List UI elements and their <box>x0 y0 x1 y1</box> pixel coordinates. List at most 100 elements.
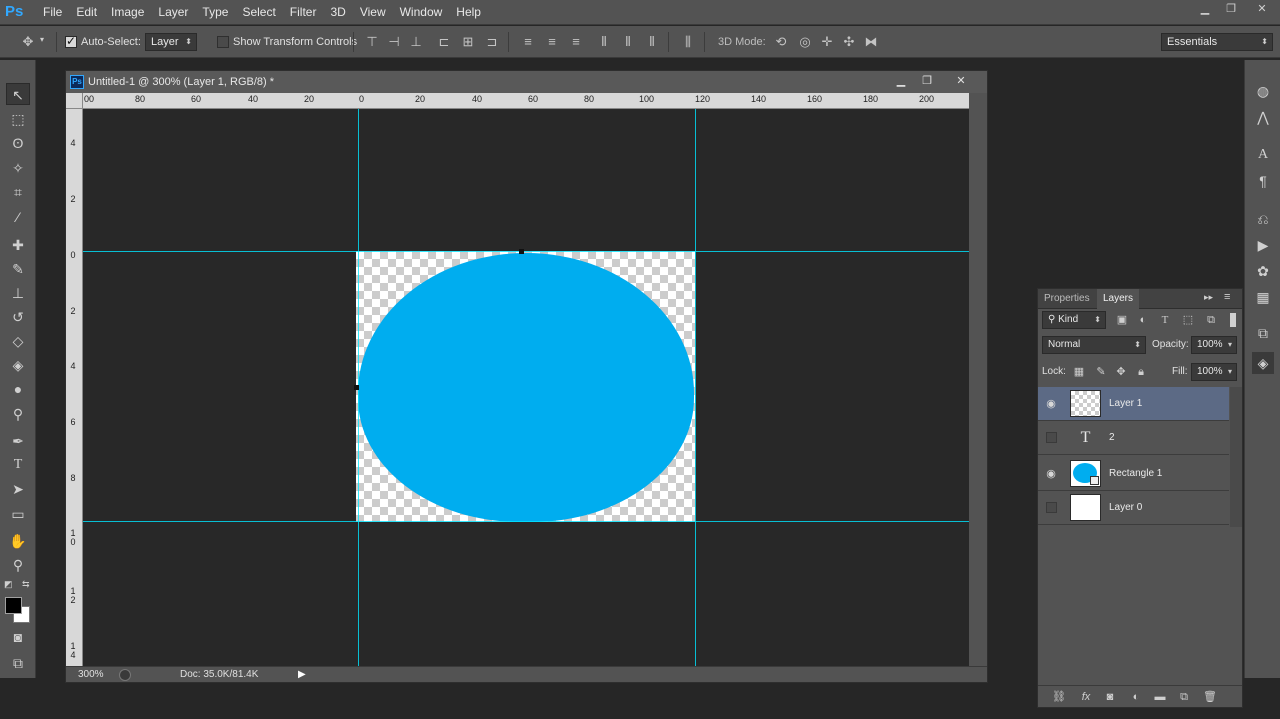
new-adjustment-icon[interactable]: ◐ <box>1128 689 1144 705</box>
eraser-tool-icon[interactable]: ◇ <box>6 330 30 352</box>
filter-pixel-icon[interactable]: ▣ <box>1115 313 1129 327</box>
3d-slide-icon[interactable]: ✣ <box>841 34 857 50</box>
distribute-bottom-icon[interactable]: ≡ <box>568 34 584 50</box>
hand-tool-icon[interactable]: ✋ <box>6 530 30 552</box>
horizontal-guide[interactable] <box>83 521 969 522</box>
panel-menu-icon[interactable]: ≡ <box>1224 291 1230 303</box>
close-button[interactable]: ✕ <box>1244 0 1280 18</box>
lock-transparent-icon[interactable]: ▦ <box>1072 365 1086 379</box>
trash-icon[interactable]: 🗑︎ <box>1202 689 1218 705</box>
auto-select-target-dropdown[interactable]: Layer ⬍ <box>145 33 197 51</box>
transform-anchor[interactable] <box>354 385 359 390</box>
path-selection-icon[interactable]: ➤ <box>6 478 30 500</box>
opacity-field[interactable]: 100% ▾ <box>1191 336 1237 354</box>
align-top-icon[interactable]: ⊤ <box>364 34 380 50</box>
actions-panel-icon[interactable]: ▶ <box>1252 234 1274 256</box>
channels-panel-icon[interactable]: ⧉ <box>1252 322 1274 344</box>
filter-smart-object-icon[interactable]: ⧉ <box>1204 313 1218 327</box>
lasso-tool-icon[interactable]: ʘ <box>6 132 30 154</box>
layers-panel-icon[interactable]: ◈ <box>1252 352 1274 374</box>
layer-filter-dropdown[interactable]: ⚲ Kind ⬍ <box>1042 311 1106 329</box>
ruler-origin[interactable] <box>66 93 83 109</box>
distribute-vcenter-icon[interactable]: ≡ <box>544 34 560 50</box>
document-canvas[interactable] <box>356 251 695 522</box>
paint-bucket-icon[interactable]: ◈ <box>6 354 30 376</box>
new-group-icon[interactable]: ▬ <box>1152 689 1168 705</box>
move-tool-icon[interactable]: ✥ <box>20 34 36 50</box>
visibility-toggle[interactable] <box>1046 502 1057 513</box>
distribute-top-icon[interactable]: ≡ <box>520 34 536 50</box>
menu-window[interactable]: Window <box>393 0 450 25</box>
clone-stamp-icon[interactable]: ⊥ <box>6 282 30 304</box>
paths-panel-icon[interactable]: ⋀ <box>1252 106 1274 128</box>
lock-position-icon[interactable]: ✥ <box>1114 365 1128 379</box>
screen-mode-icon[interactable]: ⧉ <box>6 652 30 674</box>
3d-roll-icon[interactable]: ◎ <box>797 34 813 50</box>
auto-align-icon[interactable]: ⫼ <box>680 34 696 50</box>
history-panel-icon[interactable]: ⎌ <box>1252 208 1274 230</box>
blue-ellipse-shape[interactable] <box>358 253 694 522</box>
vertical-guide[interactable] <box>695 109 696 666</box>
crop-tool-icon[interactable]: ⌗ <box>6 181 30 203</box>
type-tool-icon[interactable]: T <box>6 454 30 476</box>
eyedropper-icon[interactable]: ⁄ <box>6 206 30 228</box>
vertical-ruler[interactable]: 4 2 0 2 4 6 8 10 12 14 <box>66 109 83 666</box>
move-tool-icon[interactable]: ↖ <box>6 83 30 105</box>
fx-icon[interactable]: fx <box>1078 689 1094 705</box>
filter-toggle[interactable] <box>1230 313 1236 327</box>
menu-select[interactable]: Select <box>235 0 282 25</box>
show-transform-checkbox[interactable] <box>217 36 229 48</box>
3d-scale-icon[interactable]: ⧓ <box>863 34 879 50</box>
tab-layers[interactable]: Layers <box>1097 289 1140 309</box>
align-right-icon[interactable]: ⊐ <box>484 34 500 50</box>
dodge-tool-icon[interactable]: ⚲ <box>6 403 30 425</box>
doc-close-button[interactable]: ✕ <box>946 73 976 90</box>
menu-layer[interactable]: Layer <box>151 0 195 25</box>
blur-tool-icon[interactable]: ● <box>6 378 30 400</box>
history-brush-icon[interactable]: ↺ <box>6 306 30 328</box>
distribute-hcenter-icon[interactable]: ⦀ <box>620 34 636 50</box>
marquee-tool-icon[interactable]: ⬚ <box>6 108 30 130</box>
menu-filter[interactable]: Filter <box>283 0 324 25</box>
foreground-color-swatch[interactable] <box>5 597 22 614</box>
link-layers-icon[interactable]: ⛓ <box>1051 689 1067 705</box>
eye-icon[interactable]: ◉ <box>1043 396 1059 412</box>
restore-button[interactable]: ❐ <box>1218 0 1244 18</box>
vertical-scrollbar[interactable] <box>969 93 987 666</box>
distribute-right-icon[interactable]: ⦀ <box>644 34 660 50</box>
layer-row-layer-0[interactable]: Layer 0 <box>1038 491 1229 525</box>
swap-colors-icon[interactable]: ⇆ <box>22 579 30 590</box>
filter-shape-icon[interactable]: ⬚ <box>1181 313 1195 327</box>
collapse-panel-icon[interactable]: ▸▸ <box>1204 292 1213 303</box>
3d-pan-icon[interactable]: ✛ <box>819 34 835 50</box>
healing-brush-icon[interactable]: ✚ <box>6 234 30 256</box>
doc-minimize-button[interactable]: ▁ <box>889 73 913 90</box>
styles-panel-icon[interactable]: ▦ <box>1252 286 1274 308</box>
proof-icon[interactable] <box>119 669 131 681</box>
filter-adjustment-icon[interactable]: ◐ <box>1136 313 1150 327</box>
rectangle-tool-icon[interactable]: ▭ <box>6 503 30 525</box>
lock-all-icon[interactable]: 🔒︎ <box>1134 365 1148 379</box>
workspace-dropdown[interactable]: Essentials ⬍ <box>1161 33 1273 51</box>
tab-properties[interactable]: Properties <box>1038 289 1096 309</box>
layer-row-2[interactable]: T 2 <box>1038 421 1229 455</box>
quick-mask-icon[interactable]: ◙ <box>6 626 30 648</box>
align-vcenter-icon[interactable]: ⊣ <box>386 34 402 50</box>
layers-scrollbar[interactable] <box>1230 387 1242 527</box>
3d-rotate-icon[interactable]: ⟲ <box>773 34 789 50</box>
3d-panel-icon[interactable]: ◍ <box>1252 80 1274 102</box>
minimize-button[interactable]: ▁ <box>1192 0 1218 18</box>
zoom-tool-icon[interactable]: ⚲ <box>6 554 30 576</box>
visibility-toggle[interactable] <box>1046 432 1057 443</box>
filter-type-icon[interactable]: T <box>1158 313 1172 327</box>
eye-icon[interactable]: ◉ <box>1043 466 1059 482</box>
menu-file[interactable]: File <box>36 0 69 25</box>
menu-image[interactable]: Image <box>104 0 151 25</box>
status-menu-arrow-icon[interactable]: ▶ <box>298 667 306 683</box>
fill-field[interactable]: 100% ▾ <box>1191 363 1237 381</box>
layer-row-layer-1[interactable]: ◉ Layer 1 <box>1038 387 1229 421</box>
zoom-level[interactable]: 300% <box>78 667 104 683</box>
default-colors-icon[interactable]: ◩ <box>4 579 13 590</box>
new-layer-icon[interactable]: ⧉ <box>1176 689 1192 705</box>
menu-3d[interactable]: 3D <box>323 0 352 25</box>
